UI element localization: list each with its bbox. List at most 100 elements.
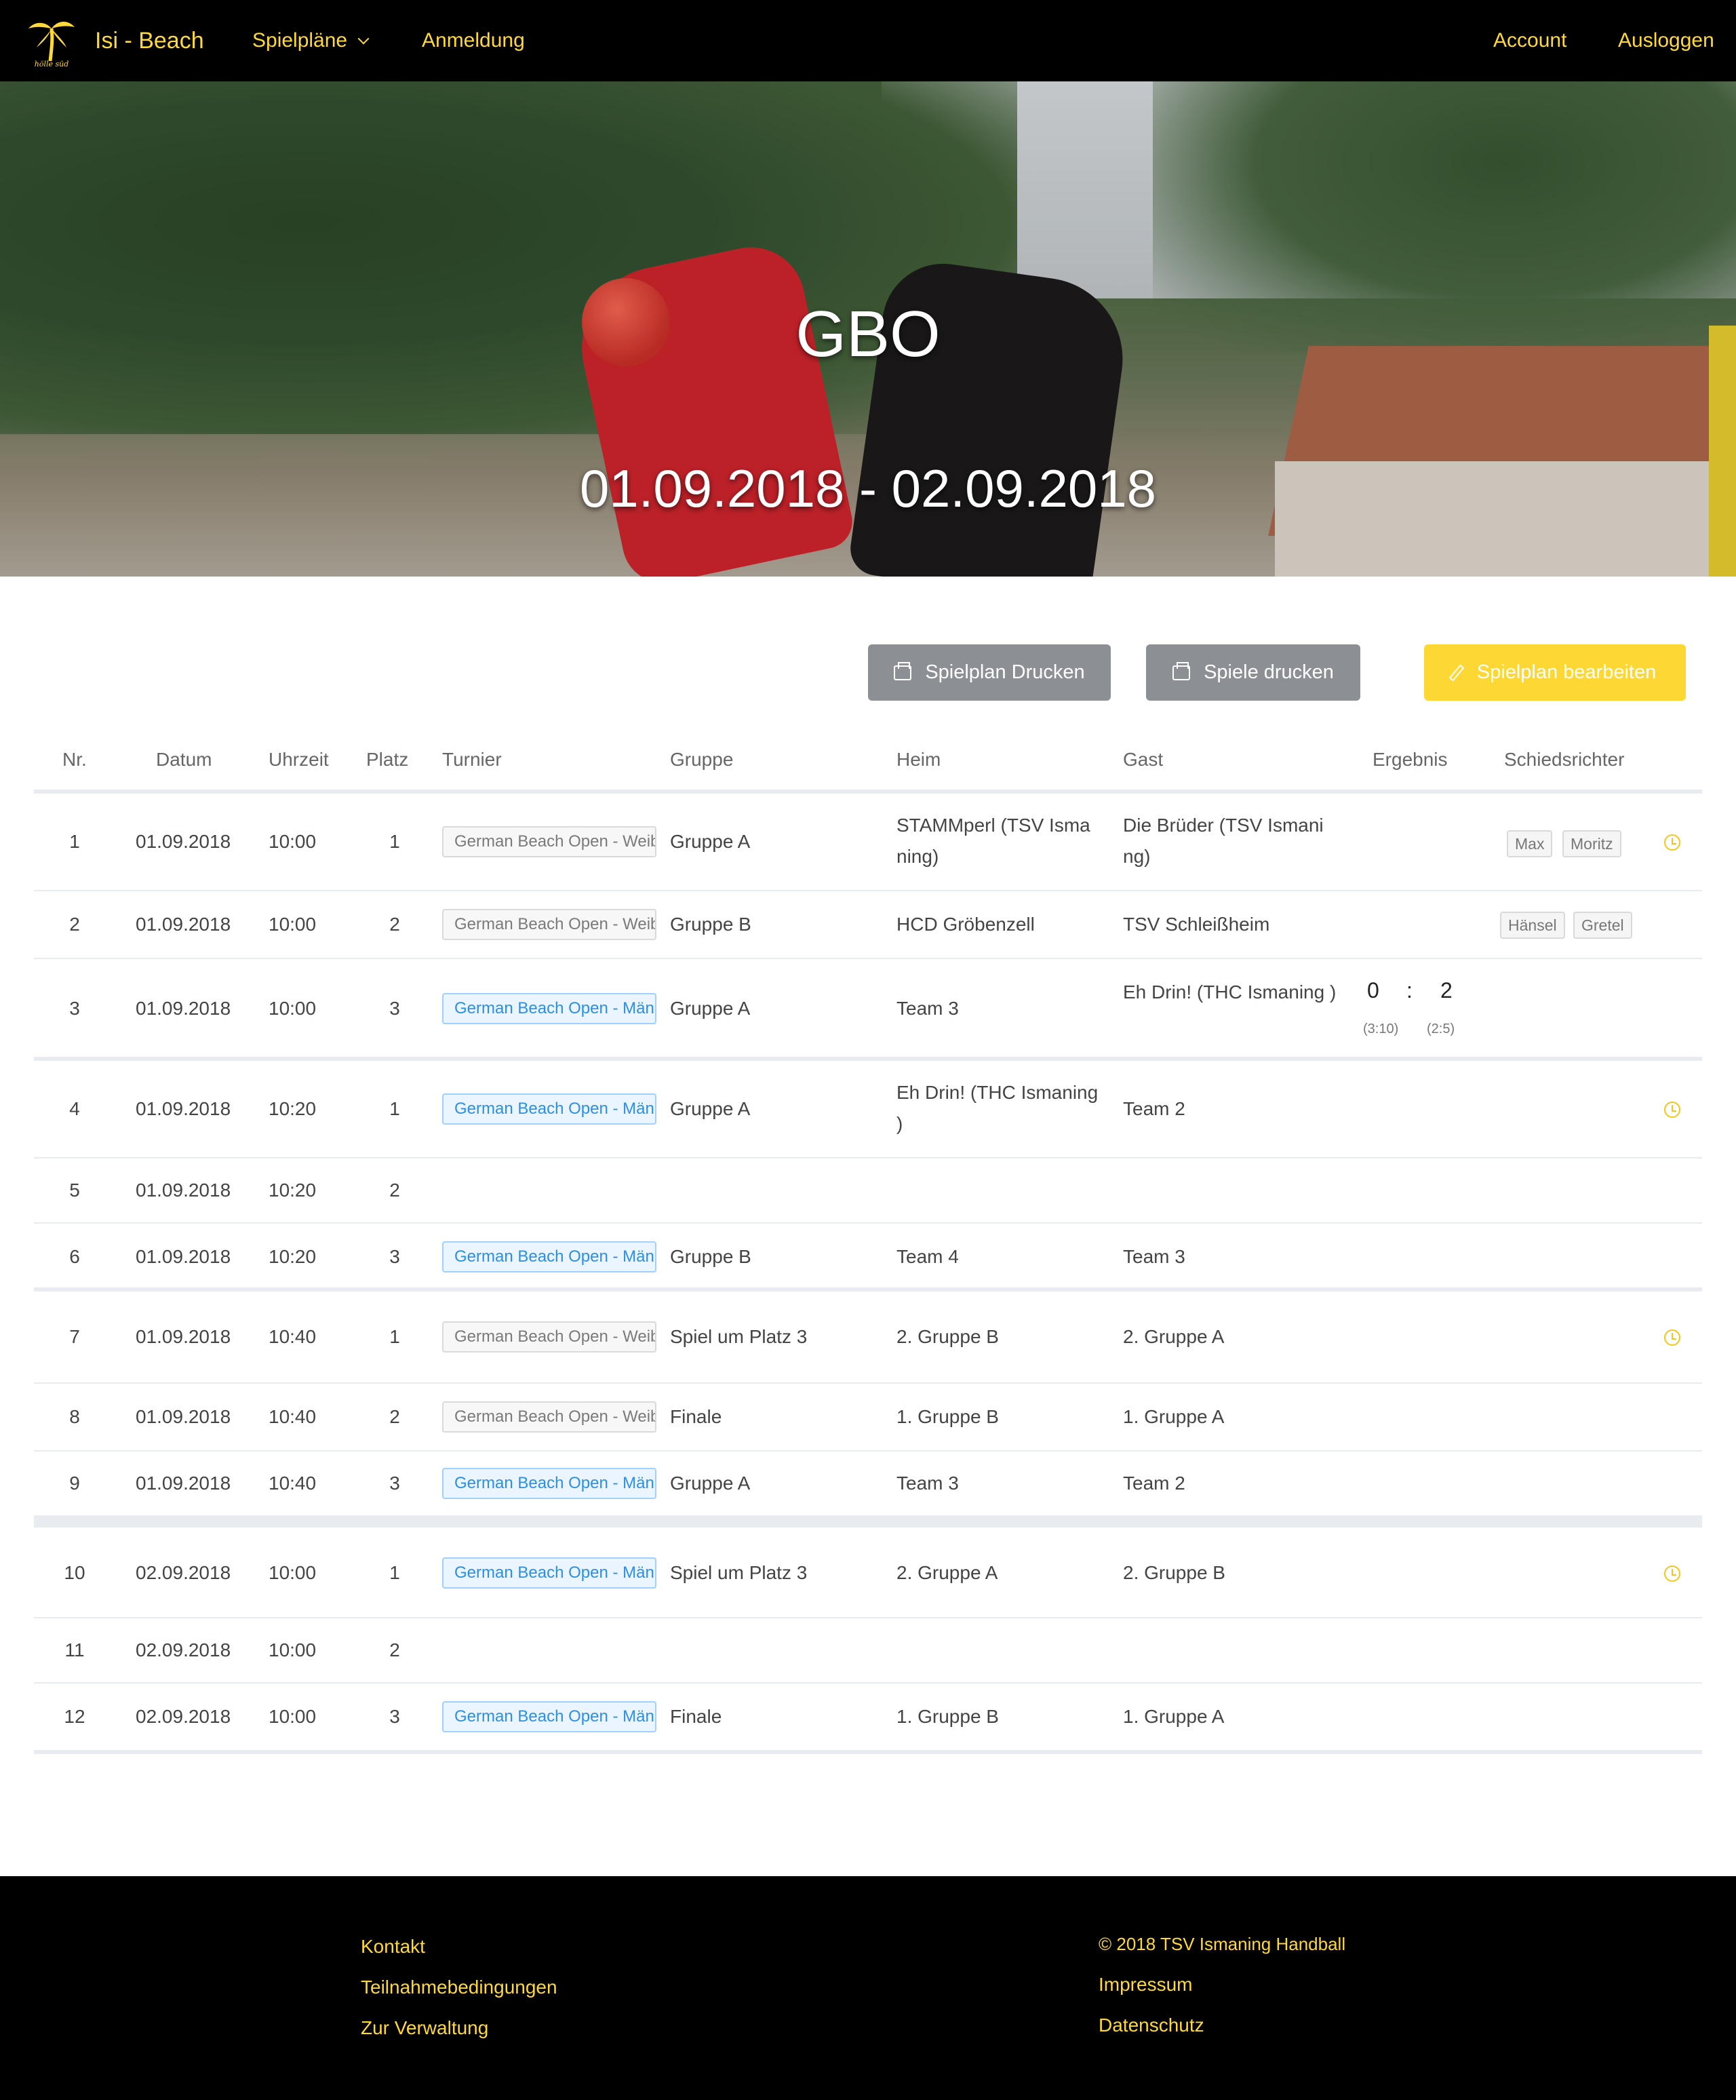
score-separator: : xyxy=(1406,978,1413,1003)
footer-verwaltung-link[interactable]: Zur Verwaltung xyxy=(361,2015,488,2042)
cell-home: 2. Gruppe A xyxy=(896,1562,998,1583)
table-row[interactable]: 4 01.09.2018 10:20 1 German Beach Open -… xyxy=(34,1061,1702,1159)
cell-time: 10:00 xyxy=(269,1639,317,1660)
cell-group: Spiel um Platz 3 xyxy=(670,1326,808,1347)
palm-tree-icon: hölle süd xyxy=(28,22,75,69)
logo[interactable]: hölle süd xyxy=(24,14,79,69)
nav-spielplaene-label: Spielpläne xyxy=(252,29,348,52)
print-schedule-button[interactable]: Spielplan Drucken xyxy=(868,644,1111,701)
tournament-tag: German Beach Open - Männlich xyxy=(442,1241,656,1272)
cell-time: 10:00 xyxy=(269,1562,317,1583)
table-row[interactable]: 9 01.09.2018 10:40 3 German Beach Open -… xyxy=(34,1452,1702,1528)
cell-group: Gruppe A xyxy=(670,831,751,852)
clock-icon[interactable] xyxy=(1664,1329,1680,1346)
cell-group: Finale xyxy=(670,1406,722,1427)
cell-time: 10:20 xyxy=(269,1180,317,1201)
table-row[interactable]: 7 01.09.2018 10:40 1 German Beach Open -… xyxy=(34,1291,1702,1384)
nav-spielplaene-dropdown[interactable]: Spielpläne xyxy=(252,27,370,54)
score-home: 0 xyxy=(1367,978,1379,1003)
cell-platz: 2 xyxy=(389,1180,400,1201)
clock-icon[interactable] xyxy=(1664,834,1680,851)
cell-home: 2. Gruppe B xyxy=(896,1326,999,1347)
cell-platz: 3 xyxy=(389,1246,400,1267)
table-row[interactable]: 12 02.09.2018 10:00 3 German Beach Open … xyxy=(34,1684,1702,1754)
cell-nr: 5 xyxy=(69,1180,80,1201)
cell-time: 10:00 xyxy=(269,831,317,852)
cell-date: 02.09.2018 xyxy=(136,1639,231,1660)
svg-text:hölle süd: hölle süd xyxy=(35,60,69,68)
pencil-icon xyxy=(1448,663,1465,682)
cell-away: 2. Gruppe B xyxy=(1123,1562,1225,1583)
cell-platz: 2 xyxy=(389,1406,400,1427)
clock-icon[interactable] xyxy=(1664,1102,1680,1118)
cell-nr: 8 xyxy=(69,1406,80,1427)
print-games-label: Spiele drucken xyxy=(1204,661,1334,683)
table-row[interactable]: 6 01.09.2018 10:20 3 German Beach Open -… xyxy=(34,1224,1702,1291)
cell-away: TSV Schleißheim xyxy=(1123,914,1270,935)
cell-away: Eh Drin! (THC Ismaning ) xyxy=(1123,981,1337,1003)
tournament-tag: German Beach Open - Männlich xyxy=(442,993,656,1024)
cell-group: Gruppe B xyxy=(670,1246,751,1267)
cell-group: Gruppe A xyxy=(670,998,751,1019)
cell-away: 2. Gruppe A xyxy=(1123,1326,1225,1347)
nav-account-link[interactable]: Account xyxy=(1493,27,1566,54)
cell-home: Eh Drin! (THC Ismaning ) xyxy=(896,1082,1099,1134)
cell-date: 01.09.2018 xyxy=(136,831,231,852)
print-games-button[interactable]: Spiele drucken xyxy=(1146,644,1360,701)
cell-time: 10:40 xyxy=(269,1406,317,1427)
cell-group: Spiel um Platz 3 xyxy=(670,1562,808,1583)
cell-time: 10:40 xyxy=(269,1326,317,1347)
cell-group: Gruppe A xyxy=(670,1473,751,1494)
edit-schedule-button[interactable]: Spielplan bearbeiten xyxy=(1424,644,1686,701)
cell-home: STAMMperl (TSV Isma ning) xyxy=(896,815,1090,867)
cell-date: 02.09.2018 xyxy=(136,1706,231,1727)
cell-home: HCD Gröbenzell xyxy=(896,914,1035,935)
table-row[interactable]: 5 01.09.2018 10:20 2 xyxy=(34,1159,1702,1224)
clock-icon[interactable] xyxy=(1664,1566,1680,1582)
tournament-tag: German Beach Open - Männlich xyxy=(442,1701,656,1732)
brand-link[interactable]: Isi - Beach xyxy=(95,27,204,54)
cell-date: 01.09.2018 xyxy=(136,1406,231,1427)
table-row[interactable]: 8 01.09.2018 10:40 2 German Beach Open -… xyxy=(34,1384,1702,1452)
cell-nr: 7 xyxy=(69,1326,80,1347)
footer-copyright: © 2018 TSV Ismaning Handball xyxy=(1099,1934,1346,1954)
tournament-tag: German Beach Open - Männlich xyxy=(442,1468,656,1499)
cell-time: 10:20 xyxy=(269,1246,317,1267)
table-row[interactable]: 3 01.09.2018 10:00 3 German Beach Open -… xyxy=(34,959,1702,1061)
cell-group: Gruppe A xyxy=(670,1098,751,1119)
table-row[interactable]: 10 02.09.2018 10:00 1 German Beach Open … xyxy=(34,1528,1702,1618)
cell-home: 1. Gruppe B xyxy=(896,1406,999,1427)
header-datum: Datum xyxy=(156,749,212,770)
footer-teilnahme-link[interactable]: Teilnahmebedingungen xyxy=(361,1974,557,2001)
cell-group: Finale xyxy=(670,1706,722,1727)
cell-nr: 12 xyxy=(64,1706,85,1727)
cell-away: 1. Gruppe A xyxy=(1123,1406,1225,1427)
cell-group: Gruppe B xyxy=(670,914,751,935)
hero-banner: GBO 01.09.2018 - 02.09.2018 xyxy=(0,81,1736,577)
cell-date: 01.09.2018 xyxy=(136,1326,231,1347)
header-gast: Gast xyxy=(1123,749,1164,770)
table-row[interactable]: 2 01.09.2018 10:00 2 German Beach Open -… xyxy=(34,891,1702,959)
tournament-title: GBO xyxy=(795,298,941,370)
footer-kontakt-link[interactable]: Kontakt xyxy=(361,1933,425,1960)
table-row[interactable]: 1 01.09.2018 10:00 1 German Beach Open -… xyxy=(34,794,1702,891)
footer: Kontakt Teilnahmebedingungen Zur Verwalt… xyxy=(0,1876,1736,2100)
footer-impressum-link[interactable]: Impressum xyxy=(1099,1971,1192,1998)
cell-time: 10:00 xyxy=(269,998,317,1019)
cell-platz: 3 xyxy=(389,1706,400,1727)
nav-logout-link[interactable]: Ausloggen xyxy=(1618,27,1714,54)
footer-datenschutz-link[interactable]: Datenschutz xyxy=(1099,2012,1204,2039)
cell-date: 01.09.2018 xyxy=(136,1098,231,1119)
cell-platz: 3 xyxy=(389,1473,400,1494)
referee-tag: Moritz xyxy=(1562,830,1621,857)
cell-away: 1. Gruppe A xyxy=(1123,1706,1225,1727)
score-detail-home: (3:10) xyxy=(1363,1022,1399,1036)
header-platz: Platz xyxy=(366,749,409,770)
cell-platz: 1 xyxy=(389,1326,400,1347)
tournament-tag: German Beach Open - Männlich xyxy=(442,1557,656,1589)
nav-anmeldung-link[interactable]: Anmeldung xyxy=(422,27,525,54)
score-detail-away: (2:5) xyxy=(1427,1022,1455,1036)
cell-time: 10:40 xyxy=(269,1473,317,1494)
cell-nr: 3 xyxy=(69,998,80,1019)
table-row[interactable]: 11 02.09.2018 10:00 2 xyxy=(34,1618,1702,1684)
